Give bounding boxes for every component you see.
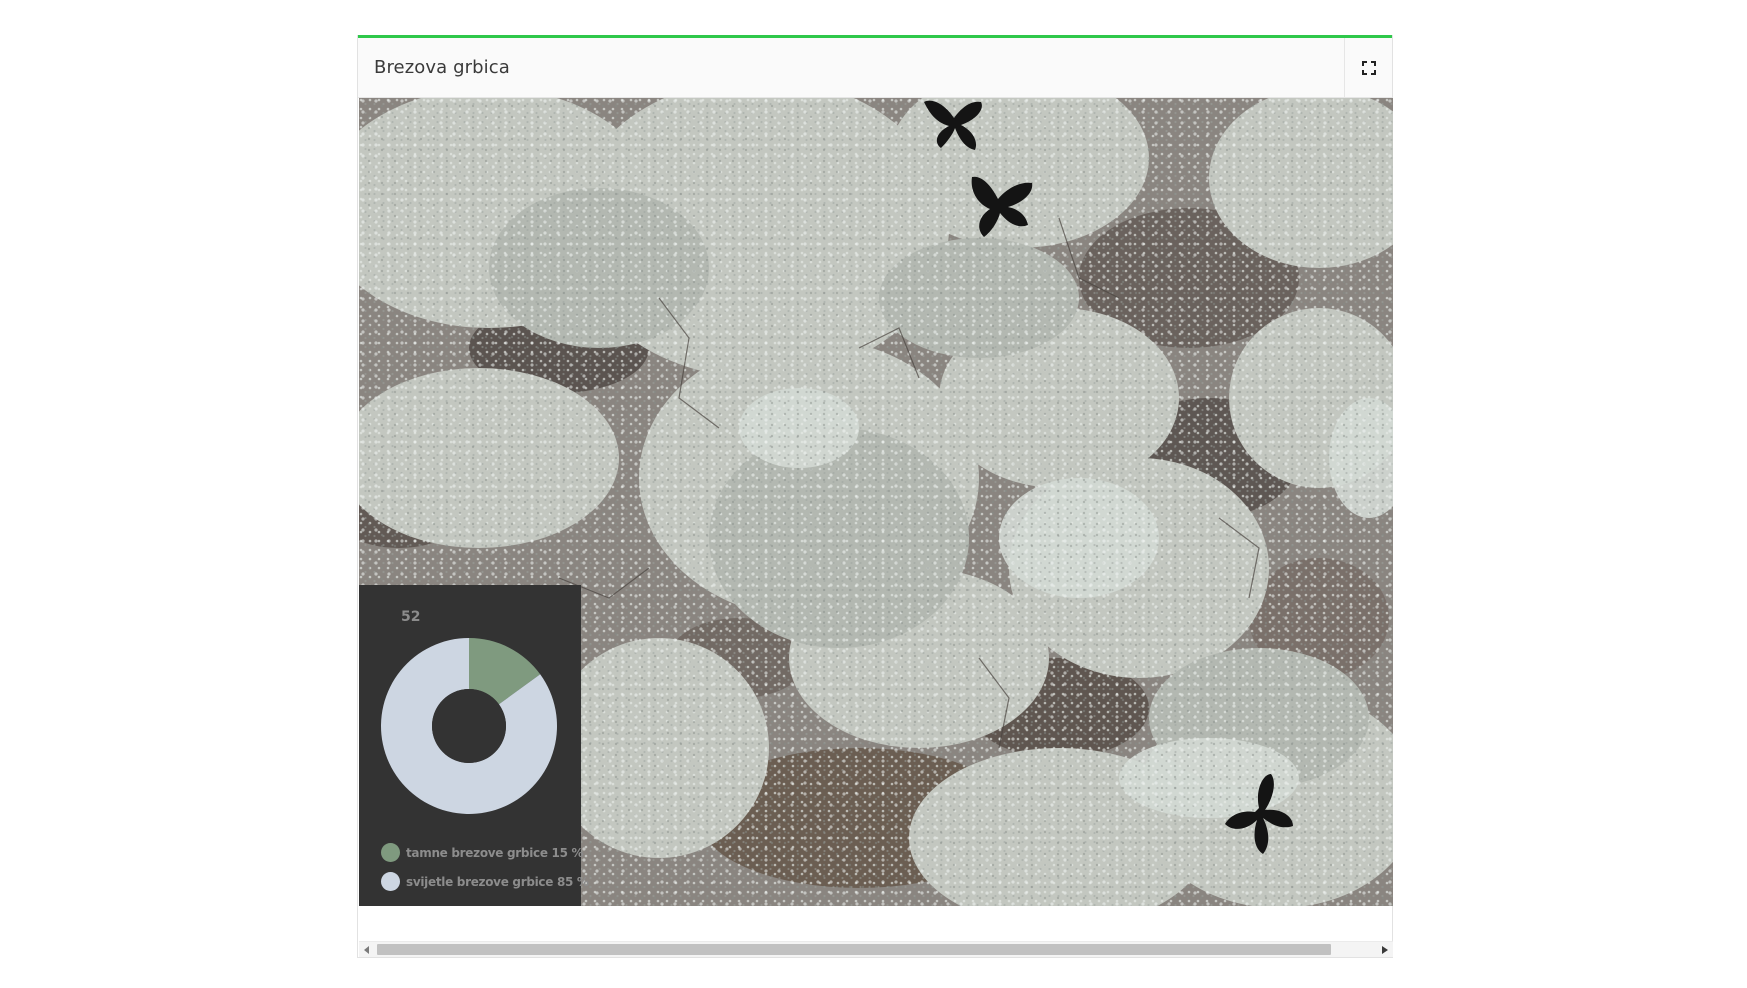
scroll-left-button[interactable] <box>359 942 375 957</box>
legend-item-dark: tamne brezove grbice 15 % <box>381 838 589 867</box>
panel-header: Brezova grbica <box>358 38 1392 98</box>
statistics-panel: 52 tamne brezove grbice 15 % svijetle br… <box>359 585 589 906</box>
scroll-left-icon <box>364 945 369 954</box>
moth-simulation-panel: Brezova grbica 52 tamne brezove grbice 1… <box>357 35 1393 958</box>
legend-item-light: svijetle brezove grbice 85 % <box>381 867 589 896</box>
moth-count: 52 <box>401 609 421 625</box>
fullscreen-icon <box>1361 60 1376 75</box>
panel-title: Brezova grbica <box>374 57 510 78</box>
scrollbar-thumb[interactable] <box>377 944 1331 955</box>
legend-label-light: svijetle brezove grbice 85 % <box>406 874 589 889</box>
scroll-right-icon <box>1382 945 1388 954</box>
moth-icon[interactable] <box>1219 768 1299 858</box>
donut-hole <box>432 689 506 763</box>
chart-legend: tamne brezove grbice 15 % svijetle brezo… <box>381 838 589 896</box>
moth-icon[interactable] <box>964 173 1039 243</box>
fullscreen-button[interactable] <box>1344 38 1392 97</box>
legend-dot-dark <box>381 843 400 862</box>
legend-dot-light <box>381 872 400 891</box>
population-donut-chart <box>381 638 557 814</box>
simulation-viewport[interactable]: 52 tamne brezove grbice 15 % svijetle br… <box>359 98 1393 906</box>
scroll-right-button[interactable] <box>1377 942 1393 957</box>
moth-icon[interactable] <box>919 98 989 158</box>
horizontal-scrollbar[interactable] <box>359 941 1393 957</box>
legend-label-dark: tamne brezove grbice 15 % <box>406 845 584 860</box>
